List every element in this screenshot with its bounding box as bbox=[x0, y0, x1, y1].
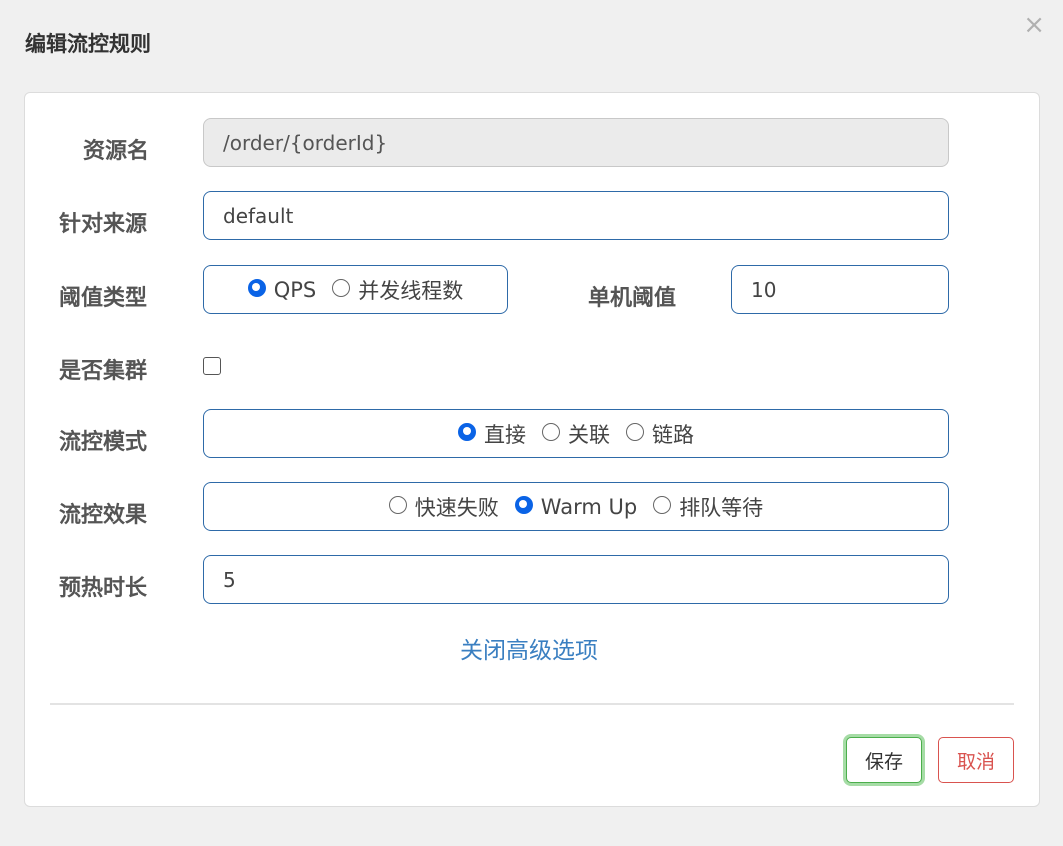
grade-radio-group: QPS 并发线程数 bbox=[203, 265, 508, 314]
dialog-title: 编辑流控规则 bbox=[25, 32, 151, 56]
behavior-option-label: Warm Up bbox=[540, 494, 638, 519]
warmup-label: 预热时长 bbox=[59, 576, 148, 601]
strategy-option-label: 关联 bbox=[568, 422, 610, 447]
behavior-option-warm-up[interactable]: Warm Up bbox=[514, 494, 638, 519]
radio-unchecked-icon bbox=[653, 495, 672, 514]
grade-option-qps[interactable]: QPS bbox=[247, 277, 317, 302]
control-behavior-label: 流控效果 bbox=[59, 503, 148, 528]
limit-app-label: 针对来源 bbox=[59, 212, 148, 237]
close-icon[interactable]: × bbox=[1023, 12, 1045, 38]
radio-unchecked-icon bbox=[626, 422, 644, 441]
save-button[interactable]: 保存 bbox=[846, 737, 922, 783]
strategy-option-label: 直接 bbox=[484, 422, 526, 447]
radio-checked-icon bbox=[247, 278, 266, 297]
behavior-option-label: 快速失败 bbox=[414, 495, 499, 520]
warmup-input[interactable]: 5 bbox=[203, 555, 949, 604]
strategy-label: 流控模式 bbox=[59, 430, 148, 455]
cancel-button[interactable]: 取消 bbox=[938, 737, 1014, 783]
toggle-advanced-link[interactable]: 关闭高级选项 bbox=[460, 631, 598, 665]
strategy-option-relate[interactable]: 关联 bbox=[542, 419, 610, 449]
edit-flow-rule-dialog: 编辑流控规则 × 资源名 /order/{orderId} 针对来源 defau… bbox=[0, 0, 1063, 846]
strategy-option-label: 链路 bbox=[652, 422, 694, 447]
strategy-option-chain[interactable]: 链路 bbox=[626, 419, 694, 449]
resource-label: 资源名 bbox=[83, 139, 150, 164]
form-panel: 资源名 /order/{orderId} 针对来源 default 阈值类型 Q… bbox=[24, 92, 1040, 807]
cluster-label: 是否集群 bbox=[59, 359, 148, 384]
count-label: 单机阈值 bbox=[588, 286, 677, 311]
grade-option-threads[interactable]: 并发线程数 bbox=[332, 275, 463, 305]
radio-checked-icon bbox=[458, 422, 476, 441]
radio-unchecked-icon bbox=[332, 278, 351, 297]
behavior-option-label: 排队等待 bbox=[679, 495, 764, 520]
count-input[interactable]: 10 bbox=[731, 265, 949, 314]
resource-input: /order/{orderId} bbox=[203, 118, 949, 167]
behavior-option-fast-fail[interactable]: 快速失败 bbox=[388, 492, 499, 522]
limit-app-input[interactable]: default bbox=[203, 191, 949, 240]
strategy-radio-group: 直接 关联 链路 bbox=[203, 409, 949, 458]
behavior-option-queue[interactable]: 排队等待 bbox=[653, 492, 763, 522]
radio-unchecked-icon bbox=[542, 422, 560, 441]
cluster-checkbox[interactable] bbox=[203, 357, 221, 375]
grade-label: 阈值类型 bbox=[59, 286, 148, 311]
control-behavior-radio-group: 快速失败 Warm Up 排队等待 bbox=[203, 482, 949, 531]
radio-checked-icon bbox=[514, 495, 533, 514]
strategy-option-direct[interactable]: 直接 bbox=[458, 419, 526, 449]
radio-unchecked-icon bbox=[388, 495, 407, 514]
divider bbox=[50, 703, 1014, 705]
grade-option-label: 并发线程数 bbox=[358, 278, 464, 303]
grade-option-label: QPS bbox=[273, 277, 317, 302]
